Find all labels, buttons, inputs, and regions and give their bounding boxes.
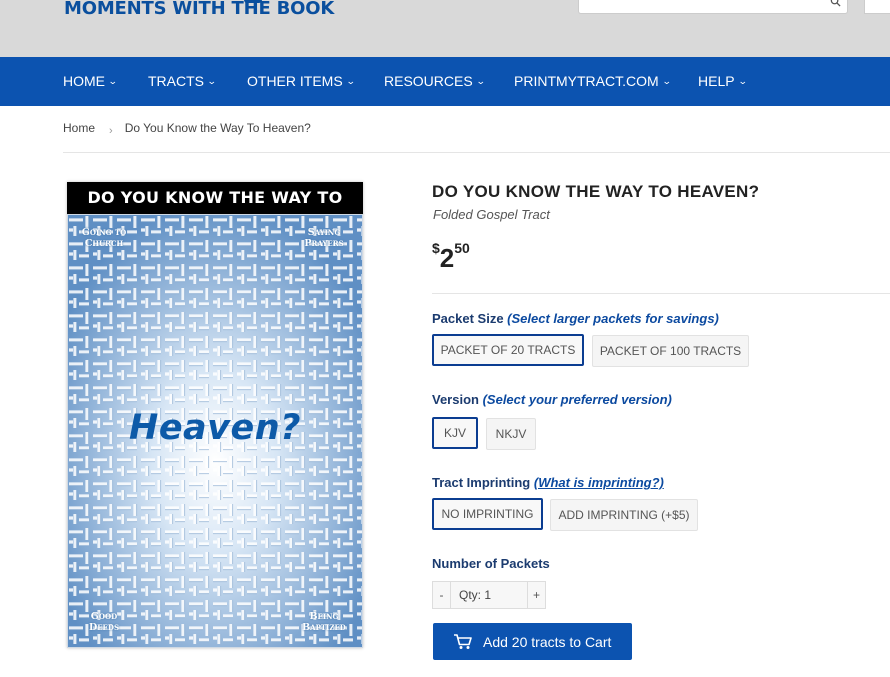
quantity-input[interactable] (450, 582, 528, 608)
add-to-cart-label: Add 20 tracts to Cart (483, 633, 612, 650)
nav-item-resources[interactable]: RESOURCES ⌄ (384, 57, 486, 106)
nav-item-printmytract[interactable]: PRINTMYTRACT.COM ⌄ (514, 57, 672, 106)
quantity-increase-button[interactable]: + (528, 582, 545, 608)
packet-size-label: Packet Size (Select larger packets for s… (432, 311, 719, 326)
chevron-down-icon: ⌄ (737, 76, 748, 86)
nav-item-tracts[interactable]: TRACTS ⌄ (148, 57, 217, 106)
product-image[interactable]: DO YOU KNOW THE WAY TO Going to Church S… (67, 182, 363, 648)
quantity-stepper: - + (432, 581, 546, 609)
cart-icon (454, 633, 472, 649)
header-cart-button[interactable] (864, 0, 890, 14)
site-logo[interactable]: MOMENTS WITH THE BOOK (64, 0, 334, 19)
divider (432, 293, 890, 294)
chevron-down-icon: ⌄ (661, 76, 672, 86)
product-price: $250 (432, 240, 470, 273)
chevron-down-icon: ⌄ (206, 76, 217, 86)
search-icon[interactable] (830, 0, 841, 7)
nav-item-help[interactable]: HELP ⌄ (698, 57, 748, 106)
site-header: MOMENTS WITH THE BOOK (0, 0, 890, 57)
option-version-kjv[interactable]: KJV (432, 417, 478, 449)
breadcrumb-home-link[interactable]: Home (63, 121, 95, 135)
option-packet-100[interactable]: PACKET OF 100 TRACTS (592, 335, 749, 367)
quantity-decrease-button[interactable]: - (433, 582, 450, 608)
product-title: DO YOU KNOW THE WAY TO HEAVEN? (432, 182, 760, 201)
chevron-down-icon: ⌄ (107, 76, 118, 86)
version-label: Version (Select your preferred version) (432, 392, 672, 407)
quantity-label: Number of Packets (432, 556, 550, 571)
tract-cover-heading: Heaven? (129, 408, 301, 448)
corner-label-top-right: Saying Prayers (304, 227, 344, 249)
corner-label-top-left: Going to Church (81, 227, 127, 249)
nav-item-home[interactable]: HOME ⌄ (63, 57, 118, 106)
option-version-nkjv[interactable]: NKJV (486, 418, 536, 450)
corner-label-bottom-right: Being Baptized (302, 611, 346, 633)
add-to-cart-button[interactable]: Add 20 tracts to Cart (433, 623, 632, 660)
option-no-imprinting[interactable]: NO IMPRINTING (432, 498, 543, 530)
nav-item-other-items[interactable]: OTHER ITEMS ⌄ (247, 57, 356, 106)
breadcrumb-separator: › (109, 125, 113, 137)
divider (63, 152, 890, 153)
what-is-imprinting-link[interactable]: (What is imprinting?) (534, 475, 664, 490)
chevron-down-icon: ⌄ (345, 76, 356, 86)
breadcrumb-current: Do You Know the Way To Heaven? (124, 121, 311, 135)
breadcrumb: Home › Do You Know the Way To Heaven? (63, 121, 311, 137)
main-nav: HOME ⌄ TRACTS ⌄ OTHER ITEMS ⌄ RESOURCES ⌄ PR… (0, 57, 890, 106)
option-add-imprinting[interactable]: ADD IMPRINTING (+$5) (550, 499, 698, 531)
product-subtitle: Folded Gospel Tract (433, 207, 550, 222)
chevron-down-icon: ⌄ (475, 76, 486, 86)
imprinting-label: Tract Imprinting (What is imprinting?) (432, 475, 664, 490)
search-input[interactable] (578, 0, 848, 14)
corner-label-bottom-left: Good Deeds (88, 611, 120, 633)
option-packet-20[interactable]: PACKET OF 20 TRACTS (432, 334, 584, 366)
tract-cover-title: DO YOU KNOW THE WAY TO (67, 182, 363, 214)
